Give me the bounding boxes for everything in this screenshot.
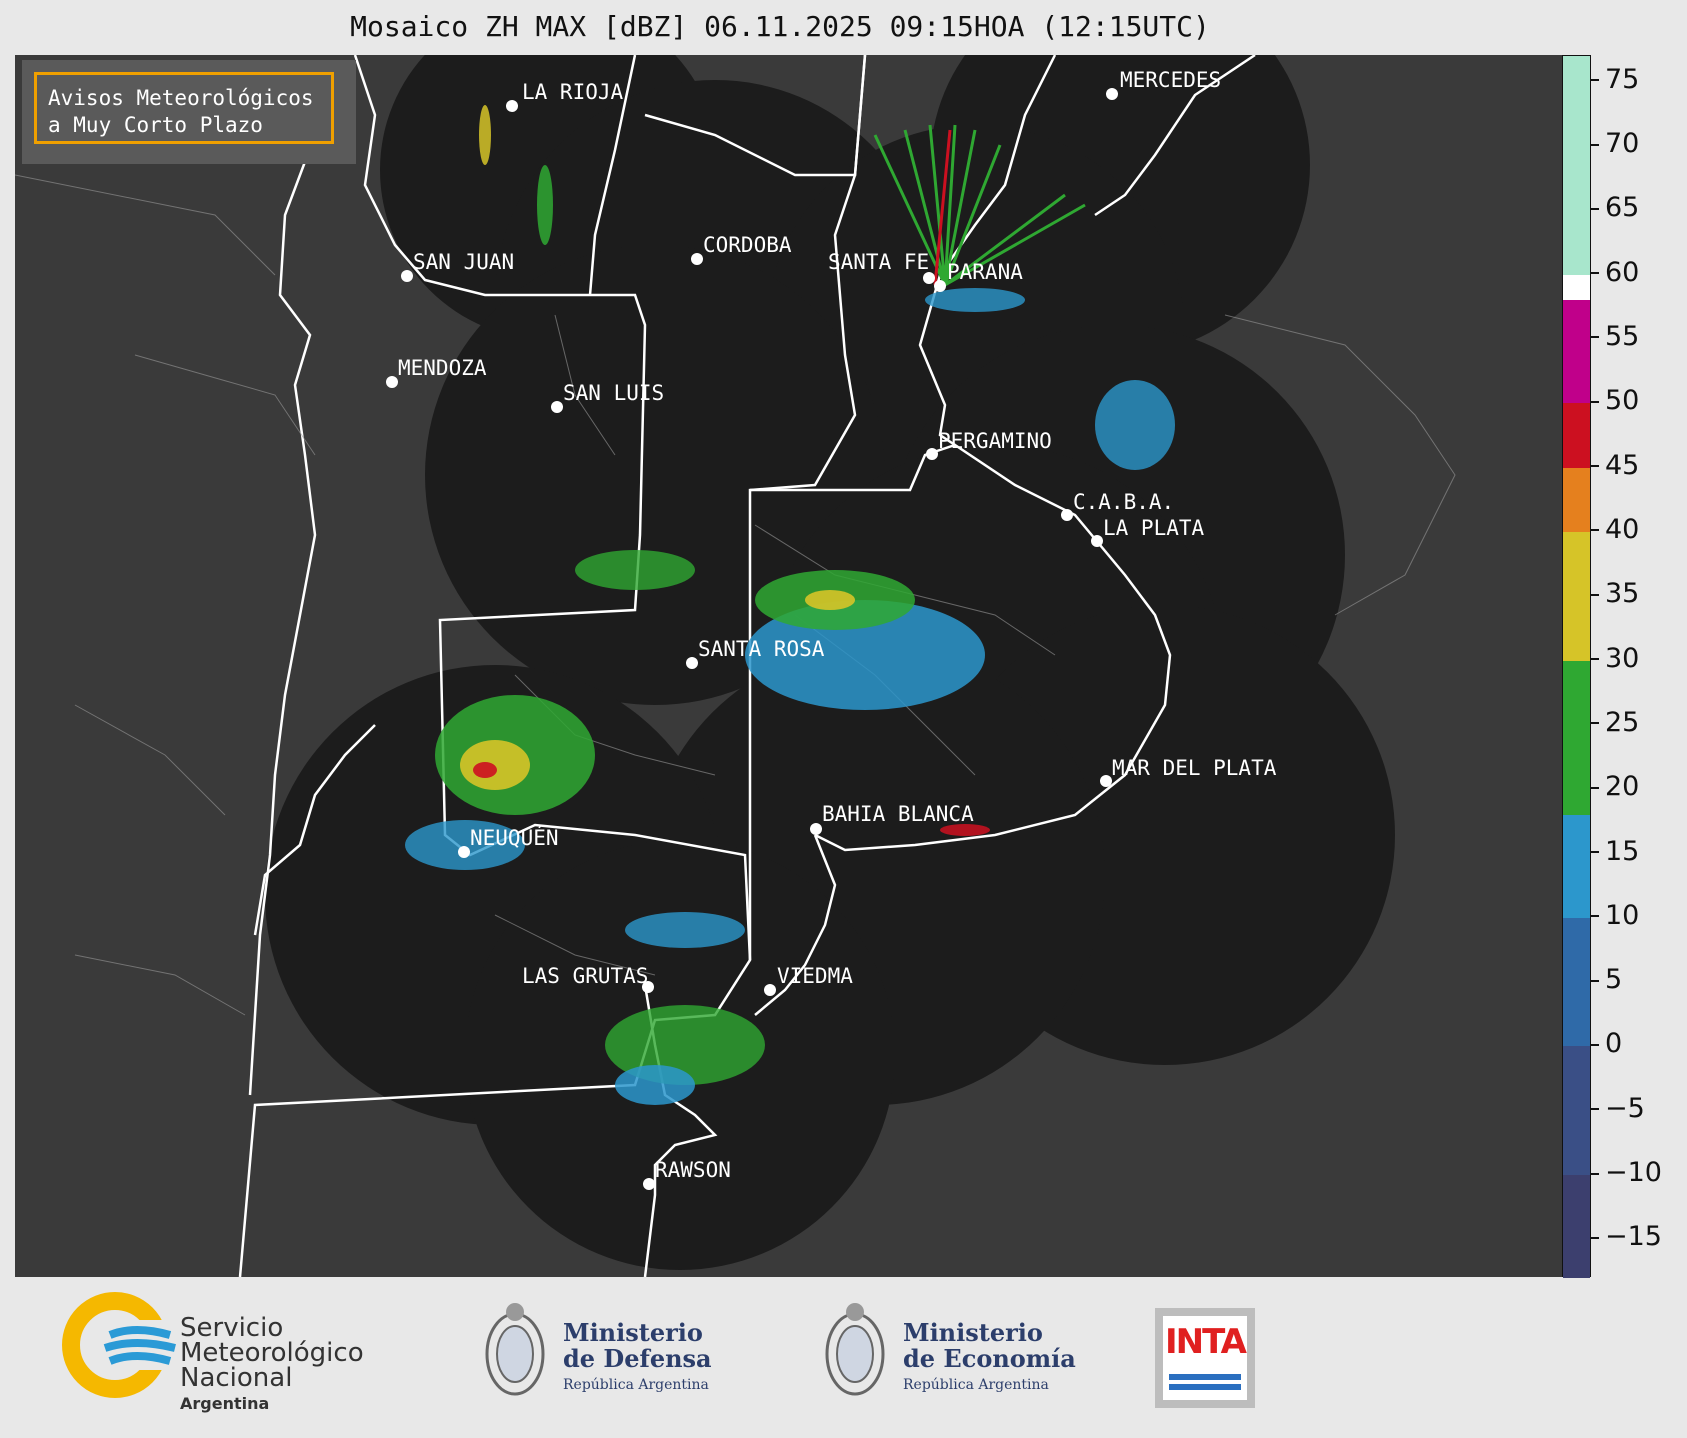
svg-text:LA PLATA: LA PLATA <box>1103 516 1205 540</box>
alert-badge-frame: Avisos Meteorológicos a Muy Corto Plazo <box>34 72 334 144</box>
economia-line1: Ministerio <box>903 1318 1043 1347</box>
alert-badge-line1: Avisos Meteorológicos <box>48 86 314 110</box>
colorbar-tick: 10 <box>1591 900 1639 931</box>
svg-text:CORDOBA: CORDOBA <box>703 233 792 257</box>
colorbar-band <box>1563 917 1590 1047</box>
colorbar-band <box>1563 56 1590 275</box>
map-title: Mosaico ZH MAX [dBZ] 06.11.2025 09:15HOA… <box>350 10 1210 43</box>
echo-san-luis <box>575 550 695 590</box>
colorbar <box>1562 55 1591 1278</box>
colorbar-tick: 20 <box>1591 771 1639 802</box>
echo-valle <box>625 912 745 948</box>
svg-text:NEUQUÉN: NEUQUÉN <box>470 825 559 850</box>
inta-frame: INTA <box>1163 1316 1247 1400</box>
svg-text:LAS GRUTAS: LAS GRUTAS <box>522 964 648 988</box>
defensa-line2: de Defensa <box>563 1344 712 1373</box>
defensa-line3: República Argentina <box>563 1377 709 1393</box>
colorbar-tick: 15 <box>1591 836 1639 867</box>
svg-text:MAR DEL PLATA: MAR DEL PLATA <box>1112 756 1277 780</box>
colorbar-tick: −15 <box>1591 1221 1662 1252</box>
defensa-line1: Ministerio <box>563 1318 703 1347</box>
colorbar-tick: 30 <box>1591 643 1639 674</box>
colorbar-tick: −5 <box>1591 1093 1645 1124</box>
economia-line2: de Economía <box>903 1344 1076 1373</box>
colorbar-tick: −10 <box>1591 1157 1662 1188</box>
echo-la-rioja-2 <box>479 105 491 165</box>
colorbar-band <box>1563 274 1590 301</box>
colorbar-tick: 35 <box>1591 578 1639 609</box>
footer: Servicio Meteorológico Nacional Argentin… <box>0 1280 1687 1438</box>
colorbar-tick: 55 <box>1591 321 1639 352</box>
colorbar-tick: 60 <box>1591 257 1639 288</box>
smn-emblem <box>62 1292 176 1398</box>
inta-label: INTA <box>1165 1322 1247 1362</box>
svg-text:SANTA FE: SANTA FE <box>828 250 929 274</box>
echo-la-rioja <box>537 165 553 245</box>
colorbar-band <box>1563 1046 1590 1176</box>
colorbar-band <box>1563 467 1590 532</box>
svg-text:BAHIA BLANCA: BAHIA BLANCA <box>822 802 974 826</box>
colorbar-band <box>1563 1175 1590 1278</box>
svg-text:SANTA ROSA: SANTA ROSA <box>698 637 825 661</box>
colorbar-tick: 70 <box>1591 128 1639 159</box>
svg-text:SAN LUIS: SAN LUIS <box>563 381 664 405</box>
defensa-name: Ministerio de Defensa República Argentin… <box>563 1320 712 1398</box>
svg-text:RAWSON: RAWSON <box>655 1158 731 1182</box>
echo-caba-rays <box>1095 380 1175 470</box>
svg-text:PARANA: PARANA <box>947 260 1023 284</box>
colorbar-tick: 75 <box>1591 64 1639 95</box>
colorbar-tick: 5 <box>1591 964 1622 995</box>
svg-text:PERGAMINO: PERGAMINO <box>938 429 1052 453</box>
economia-seal-icon <box>825 1303 885 1396</box>
echo-santa-rosa-peak <box>805 590 855 610</box>
defensa-logo: Ministerio de Defensa República Argentin… <box>480 1292 740 1412</box>
smn-line3: Nacional <box>180 1363 293 1393</box>
colorbar-band <box>1563 531 1590 661</box>
svg-text:LA RIOJA: LA RIOJA <box>522 80 624 104</box>
colorbar-tick: 50 <box>1591 385 1639 416</box>
echo-neuquen-peak <box>473 762 497 778</box>
echo-neuquen-core <box>460 740 530 790</box>
smn-logo: Servicio Meteorológico Nacional Argentin… <box>60 1290 440 1413</box>
svg-text:MENDOZA: MENDOZA <box>398 356 487 380</box>
svg-text:VIEDMA: VIEDMA <box>777 964 853 988</box>
economia-line3: República Argentina <box>903 1377 1049 1393</box>
colorbar-band <box>1563 660 1590 815</box>
inta-stripe-1 <box>1169 1374 1241 1380</box>
colorbar-ticks: 75 70 65 60 55 50 45 40 35 30 25 20 15 10 5 0 −5 −10 −15 <box>1591 55 1687 1277</box>
smn-name: Servicio Meteorológico Nacional Argentin… <box>180 1315 364 1416</box>
colorbar-band <box>1563 300 1590 404</box>
economia-name: Ministerio de Economía República Argenti… <box>903 1320 1076 1398</box>
colorbar-tick: 40 <box>1591 514 1639 545</box>
colorbar-tick: 25 <box>1591 707 1639 738</box>
colorbar-tick: 65 <box>1591 192 1639 223</box>
svg-text:MERCEDES: MERCEDES <box>1120 68 1221 92</box>
svg-text:SAN JUAN: SAN JUAN <box>413 250 514 274</box>
inta-stripe-2 <box>1169 1384 1241 1390</box>
alert-badge-line2: a Muy Corto Plazo <box>48 113 263 137</box>
colorbar-tick: 45 <box>1591 450 1639 481</box>
colorbar-band <box>1563 814 1590 918</box>
colorbar-band <box>1563 403 1590 468</box>
defensa-seal-icon <box>485 1303 545 1396</box>
inta-logo: INTA <box>1155 1308 1255 1408</box>
smn-line4: Argentina <box>180 1394 270 1413</box>
colorbar-tick: 0 <box>1591 1028 1622 1059</box>
economia-logo: Ministerio de Economía República Argenti… <box>820 1292 1080 1412</box>
svg-text:C.A.B.A.: C.A.B.A. <box>1073 490 1174 514</box>
echo-las-grutas-south <box>615 1065 695 1105</box>
alert-badge: Avisos Meteorológicos a Muy Corto Plazo <box>22 60 356 164</box>
map-canvas: LA RIOJA MERCEDES SAN JUAN CORDOBA SANTA… <box>15 55 1456 1277</box>
radar-map[interactable]: LA RIOJA MERCEDES SAN JUAN CORDOBA SANTA… <box>15 55 1562 1277</box>
